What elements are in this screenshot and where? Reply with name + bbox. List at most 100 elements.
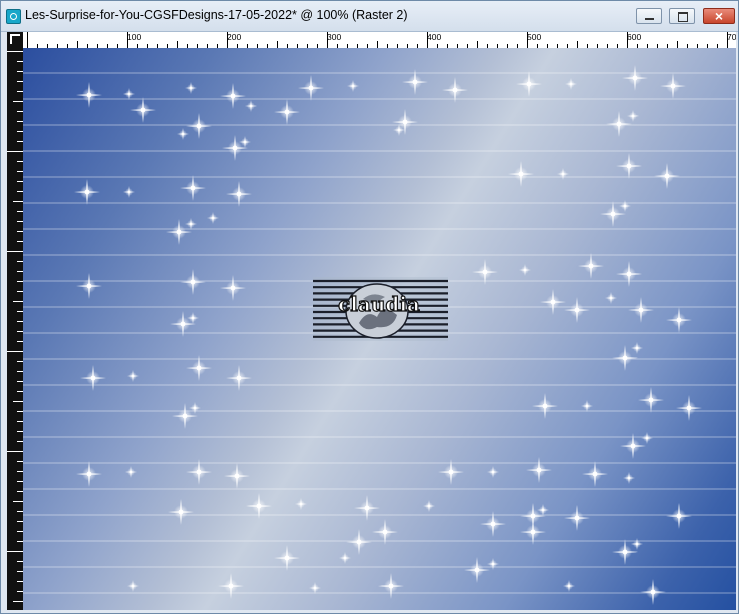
- sparkle-icon: [354, 495, 380, 521]
- sparkle-icon: [565, 78, 577, 90]
- maximize-icon: [678, 12, 688, 22]
- title-bar[interactable]: Les-Surprise-for-You-CGSFDesigns-17-05-2…: [1, 1, 738, 32]
- ruler-label-300: 300: [327, 32, 341, 42]
- sparkle-icon: [74, 179, 100, 205]
- sparkle-icon: [224, 463, 250, 489]
- ruler-label-100: 100: [127, 32, 141, 42]
- sparkle-icon: [472, 259, 498, 285]
- sparkle-icon: [606, 111, 632, 137]
- sparkle-icon: [563, 580, 575, 592]
- watermark-logo: claudia: [313, 277, 448, 341]
- sparkle-icon: [638, 387, 664, 413]
- sparkle-icon: [620, 433, 646, 459]
- sparkle-icon: [520, 519, 546, 545]
- sparkle-icon: [177, 128, 189, 140]
- sparkle-icon: [218, 573, 244, 599]
- sparkle-icon: [207, 212, 219, 224]
- sparkle-icon: [582, 461, 608, 487]
- sparkle-icon: [487, 558, 499, 570]
- sparkle-icon: [180, 175, 206, 201]
- sparkle-icon: [616, 153, 642, 179]
- horizontal-ruler-scale: 100 200 300 400 500 600 70: [27, 32, 736, 48]
- ruler-label-400: 400: [427, 32, 441, 42]
- sparkle-icon: [220, 275, 246, 301]
- sparkle-icon: [487, 466, 499, 478]
- sparkle-icon: [540, 289, 566, 315]
- sparkle-icon: [666, 307, 692, 333]
- sparkle-icon: [339, 552, 351, 564]
- sparkle-icon: [616, 261, 642, 287]
- sparkle-icon: [309, 582, 321, 594]
- image-canvas[interactable]: claudia: [23, 48, 736, 610]
- minimize-icon: [645, 18, 654, 20]
- vertical-ruler-scale: [7, 51, 23, 602]
- sparkle-icon: [628, 297, 654, 323]
- sparkle-icon: [274, 99, 300, 125]
- sparkle-icon: [346, 529, 372, 555]
- sparkle-icon: [127, 580, 139, 592]
- sparkle-icon: [622, 65, 648, 91]
- sparkle-icon: [641, 432, 653, 444]
- sparkle-icon: [605, 292, 617, 304]
- sparkle-icon: [532, 393, 558, 419]
- horizontal-ruler[interactable]: 100 200 300 400 500 600 70: [23, 32, 736, 49]
- sparkle-icon: [640, 579, 666, 605]
- sparkle-icon: [76, 82, 102, 108]
- sparkle-icon: [516, 71, 542, 97]
- sparkle-icon: [631, 538, 643, 550]
- sparkle-icon: [623, 472, 635, 484]
- sparkle-icon: [654, 163, 680, 189]
- sparkle-icon: [526, 457, 552, 483]
- sparkle-icon: [660, 73, 686, 99]
- sparkle-icon: [130, 97, 156, 123]
- ruler-label-200: 200: [227, 32, 241, 42]
- sparkle-icon: [125, 466, 137, 478]
- sparkle-icon: [185, 82, 197, 94]
- sparkle-icon: [508, 161, 534, 187]
- ruler-corner-icon: [10, 34, 20, 44]
- sparkle-icon: [442, 77, 468, 103]
- sparkle-icon: [80, 365, 106, 391]
- sparkle-icon: [372, 519, 398, 545]
- sparkle-icon: [581, 400, 593, 412]
- sparkle-icon: [186, 113, 212, 139]
- sparkle-icon: [438, 459, 464, 485]
- maximize-button[interactable]: [669, 8, 695, 24]
- close-button[interactable]: ×: [703, 8, 735, 24]
- sparkle-icon: [226, 365, 252, 391]
- minimize-button[interactable]: [636, 8, 662, 24]
- sparkle-icon: [186, 355, 212, 381]
- sparkle-icon: [402, 69, 428, 95]
- sparkle-icon: [564, 297, 590, 323]
- sparkle-icon: [666, 503, 692, 529]
- sparkle-icon: [226, 181, 252, 207]
- sparkle-icon: [123, 186, 135, 198]
- sparkle-icon: [519, 264, 531, 276]
- ruler-label-700: 70: [727, 32, 736, 42]
- sparkle-icon: [180, 269, 206, 295]
- sparkle-icon: [564, 505, 590, 531]
- sparkle-icon: [185, 218, 197, 230]
- sparkle-icon: [627, 110, 639, 122]
- window-title: Les-Surprise-for-You-CGSFDesigns-17-05-2…: [25, 8, 408, 22]
- vertical-ruler[interactable]: [7, 48, 23, 610]
- sparkle-icon: [378, 573, 404, 599]
- ruler-label-600: 600: [627, 32, 641, 42]
- sparkle-icon: [220, 83, 246, 109]
- sparkle-icon: [245, 100, 257, 112]
- sparkle-icon: [347, 80, 359, 92]
- sparkle-icon: [631, 342, 643, 354]
- sparkle-icon: [76, 461, 102, 487]
- sparkle-icon: [298, 75, 324, 101]
- sparkle-icon: [464, 557, 490, 583]
- ruler-label-500: 500: [527, 32, 541, 42]
- close-icon: ×: [714, 8, 724, 24]
- sparkle-icon: [274, 545, 300, 571]
- sparkle-icon: [186, 459, 212, 485]
- sparkle-icon: [168, 499, 194, 525]
- sparkle-icon: [619, 200, 631, 212]
- sparkle-icon: [295, 498, 307, 510]
- sparkle-icon: [578, 253, 604, 279]
- app-icon: [6, 9, 21, 24]
- sparkle-icon: [76, 273, 102, 299]
